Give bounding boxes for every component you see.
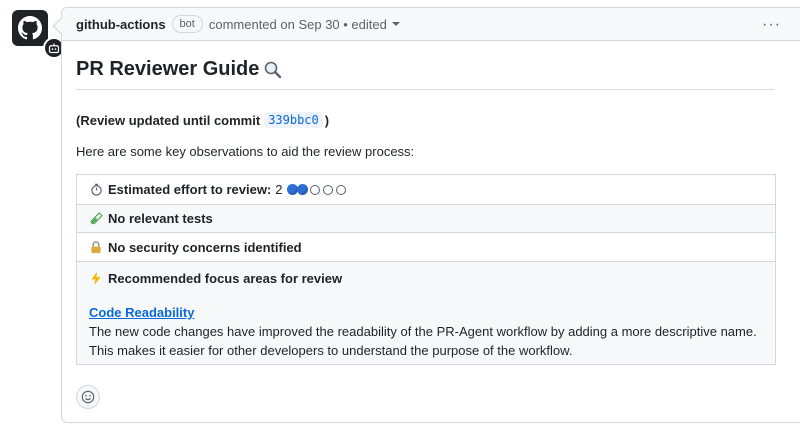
comment-card: github-actions bot commented on Sep 30 •… [61,7,800,423]
focus-row: Recommended focus areas for review Code … [76,261,776,365]
commit-link[interactable]: 339bbc0 [264,112,323,128]
review-prefix: (Review updated until commit [76,112,261,128]
effort-dot-filled [296,184,308,195]
add-reaction-button[interactable] [76,385,100,409]
effort-row: Estimated effort to review: 2 [76,174,776,205]
tests-row: No relevant tests [76,204,776,233]
smiley-icon [81,390,95,404]
page-title: PR Reviewer Guide [76,58,774,90]
comment-meta[interactable]: commented on Sep 30 • edited [209,17,387,32]
effort-label: Estimated effort to review: [108,182,272,197]
review-suffix: ) [324,112,330,128]
security-label: No security concerns identified [108,239,302,255]
author-avatar[interactable] [12,10,65,59]
tests-label: No relevant tests [108,211,213,226]
more-actions-button[interactable]: ··· [762,16,781,34]
focus-label: Recommended focus areas for review [108,271,343,286]
observations-intro: Here are some key observations to aid th… [76,144,415,159]
effort-dot-empty [335,184,346,195]
lock-icon [89,240,103,254]
effort-dot-empty [309,184,320,195]
effort-value: 2 [275,182,283,197]
effort-dot-filled [286,184,298,195]
code-readability-link[interactable]: Code Readability [89,305,194,320]
title-text: PR Reviewer Guide [76,58,260,80]
test-tube-icon [89,212,103,226]
focus-description: The new code changes have improved the r… [89,324,757,358]
magnifier-icon [265,61,282,78]
chevron-down-icon[interactable] [391,22,400,26]
lightning-icon [89,272,103,286]
comment-header: github-actions bot commented on Sep 30 •… [62,8,800,41]
review-status: (Review updated until commit 339bbc0 ) [76,112,787,128]
security-row: No security concerns identified [76,232,776,262]
effort-rating [286,184,346,195]
bot-label: bot [171,15,203,33]
review-table: Estimated effort to review: 2 No relevan… [76,174,776,365]
effort-dot-empty [322,184,333,195]
comment-body: PR Reviewer Guide (Review updated until … [62,58,800,365]
stopwatch-icon [89,183,103,197]
author-name[interactable]: github-actions [76,17,166,32]
